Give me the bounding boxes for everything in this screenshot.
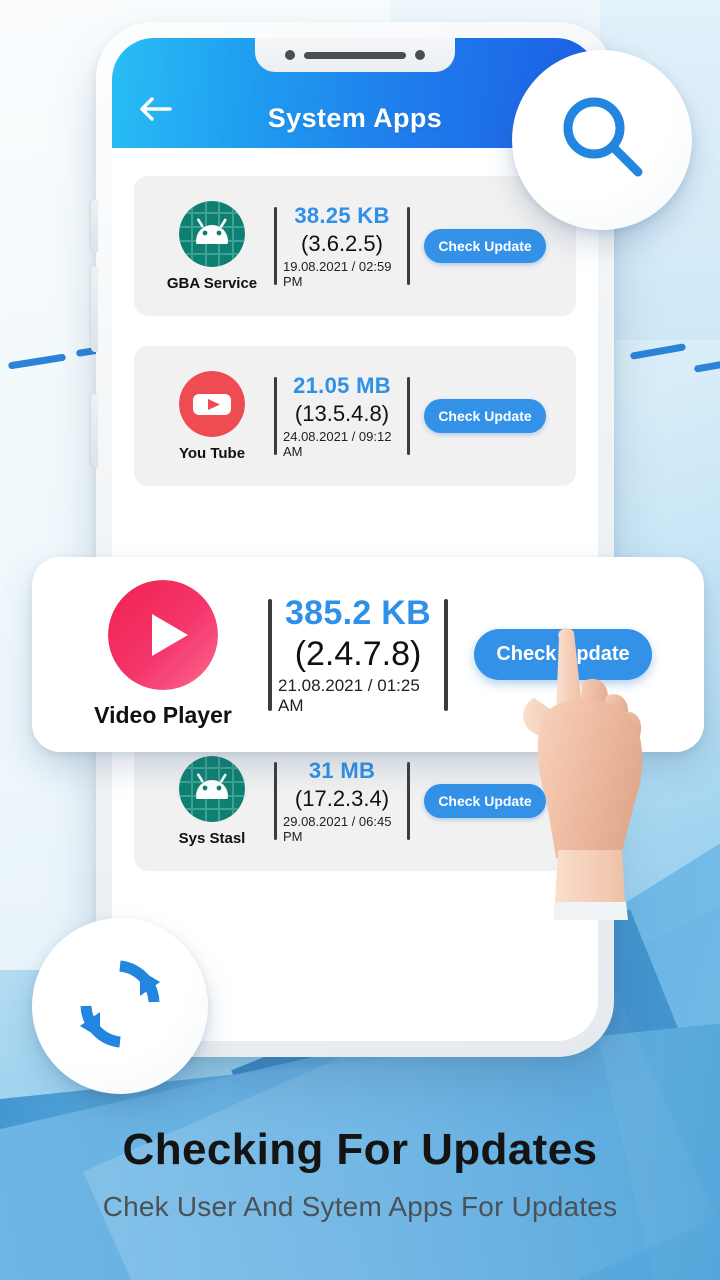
android-grid-icon [179,200,245,267]
arrow-left-icon [139,96,173,127]
table-row[interactable]: GBA Service 38.25 KB (3.6.2.5) 19.08.202… [134,176,576,316]
refresh-icon [68,952,172,1061]
app-identity: Video Player [58,580,268,729]
app-date: 21.08.2021 / 01:25 AM [278,675,420,715]
caption-subtitle: Chek User And Sytem Apps For Updates [102,1191,618,1222]
app-version: (2.4.7.8) [294,634,422,673]
speaker-grille-icon [304,51,406,59]
app-date: 29.08.2021 / 06:45 PM [283,814,392,844]
app-identity: Sys Stasl [150,755,274,847]
action-cell: Check Update [410,229,560,263]
back-button[interactable] [134,92,178,130]
featured-app-card[interactable]: Video Player 385.2 KB (2.4.7.8) 21.08.20… [32,557,704,752]
youtube-icon [179,370,245,437]
app-version: (13.5.4.8) [294,401,390,426]
app-info: 31 MB (17.2.3.4) 29.08.2021 / 06:45 PM [277,758,407,844]
phone-button-volume-up[interactable] [91,200,98,252]
phone-notch [255,38,455,72]
app-version: (3.6.2.5) [301,231,383,256]
check-update-button[interactable]: Check Update [424,229,546,263]
table-row[interactable]: You Tube 21.05 MB (13.5.4.8) 24.08.2021 … [134,346,576,486]
app-version: (17.2.3.4) [294,786,390,811]
caption-block: Checking For Updates Chek User And Sytem… [0,1125,720,1223]
camera-icon [285,50,295,60]
sensor-icon [415,50,425,60]
app-info: 38.25 KB (3.6.2.5) 19.08.2021 / 02:59 PM [277,203,407,289]
app-info: 385.2 KB (2.4.7.8) 21.08.2021 / 01:25 AM [272,594,444,716]
app-size: 38.25 KB [294,203,390,228]
caption-title: Checking For Updates [122,1125,598,1174]
android-grid-icon [179,755,245,822]
action-cell: Check Update [410,784,560,818]
app-identity: GBA Service [150,200,274,292]
app-info: 21.05 MB (13.5.4.8) 24.08.2021 / 09:12 A… [277,373,407,459]
action-cell: Check Update [410,399,560,433]
phone-button-power[interactable] [91,394,98,468]
check-update-button[interactable]: Check Update [424,784,546,818]
refresh-fab-button[interactable] [32,918,208,1094]
check-update-button[interactable]: Check Update [424,399,546,433]
app-identity: You Tube [150,370,274,462]
phone-button-volume-down[interactable] [91,266,98,352]
app-date: 24.08.2021 / 09:12 AM [283,429,392,459]
search-icon [550,86,654,195]
app-name: Sys Stasl [178,829,246,847]
action-cell: Check Update [448,629,678,680]
search-fab-button[interactable] [512,50,692,230]
play-circle-icon [108,580,218,690]
app-size: 385.2 KB [284,593,432,632]
app-name: You Tube [178,444,246,462]
check-update-button[interactable]: Check Update [474,629,652,680]
app-size: 31 MB [308,758,376,783]
phone-screen: System Apps GBA Service 38.25 KB (3.6.2.… [112,38,598,1041]
app-size: 21.05 MB [293,373,391,398]
app-date: 19.08.2021 / 02:59 PM [283,259,392,289]
table-row[interactable]: Sys Stasl 31 MB (17.2.3.4) 29.08.2021 / … [134,731,576,871]
app-name: Video Player [94,702,232,728]
app-name: GBA Service [166,274,258,292]
